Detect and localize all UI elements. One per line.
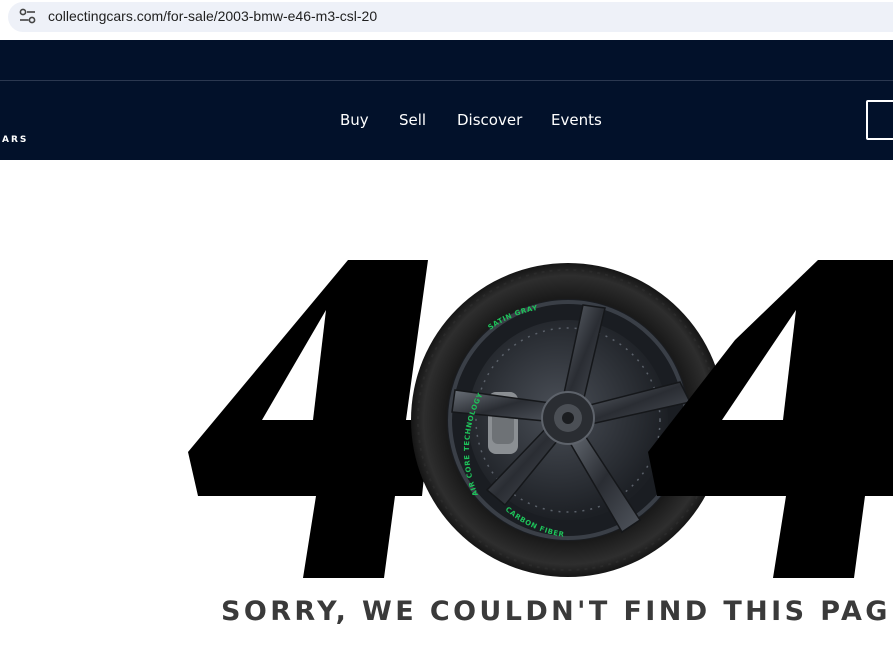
- error-404-graphic: AIR CORE TECHNOLOGY CARBON FIBER SATIN G…: [188, 260, 893, 578]
- header-action-button[interactable]: [866, 100, 893, 140]
- nav-link-events[interactable]: Events: [551, 111, 602, 129]
- site-logo[interactable]: ARS: [2, 135, 28, 145]
- digit-four-left: [188, 260, 430, 578]
- error-hero: AIR CORE TECHNOLOGY CARBON FIBER SATIN G…: [0, 160, 893, 649]
- digit-four-right: [648, 260, 893, 578]
- tune-icon[interactable]: [19, 8, 37, 24]
- nav-link-sell[interactable]: Sell: [399, 111, 426, 129]
- main-navigation: ARS Buy Sell Discover Events: [0, 81, 893, 160]
- site-top-bar: [0, 40, 893, 80]
- nav-links: Buy Sell Discover Events: [0, 111, 893, 135]
- browser-address-bar: collectingcars.com/for-sale/2003-bmw-e46…: [0, 0, 893, 40]
- error-message: SORRY, WE COULDN'T FIND THIS PAGE.: [221, 596, 893, 627]
- url-text[interactable]: collectingcars.com/for-sale/2003-bmw-e46…: [48, 8, 377, 24]
- nav-link-discover[interactable]: Discover: [457, 111, 522, 129]
- nav-link-buy[interactable]: Buy: [340, 111, 369, 129]
